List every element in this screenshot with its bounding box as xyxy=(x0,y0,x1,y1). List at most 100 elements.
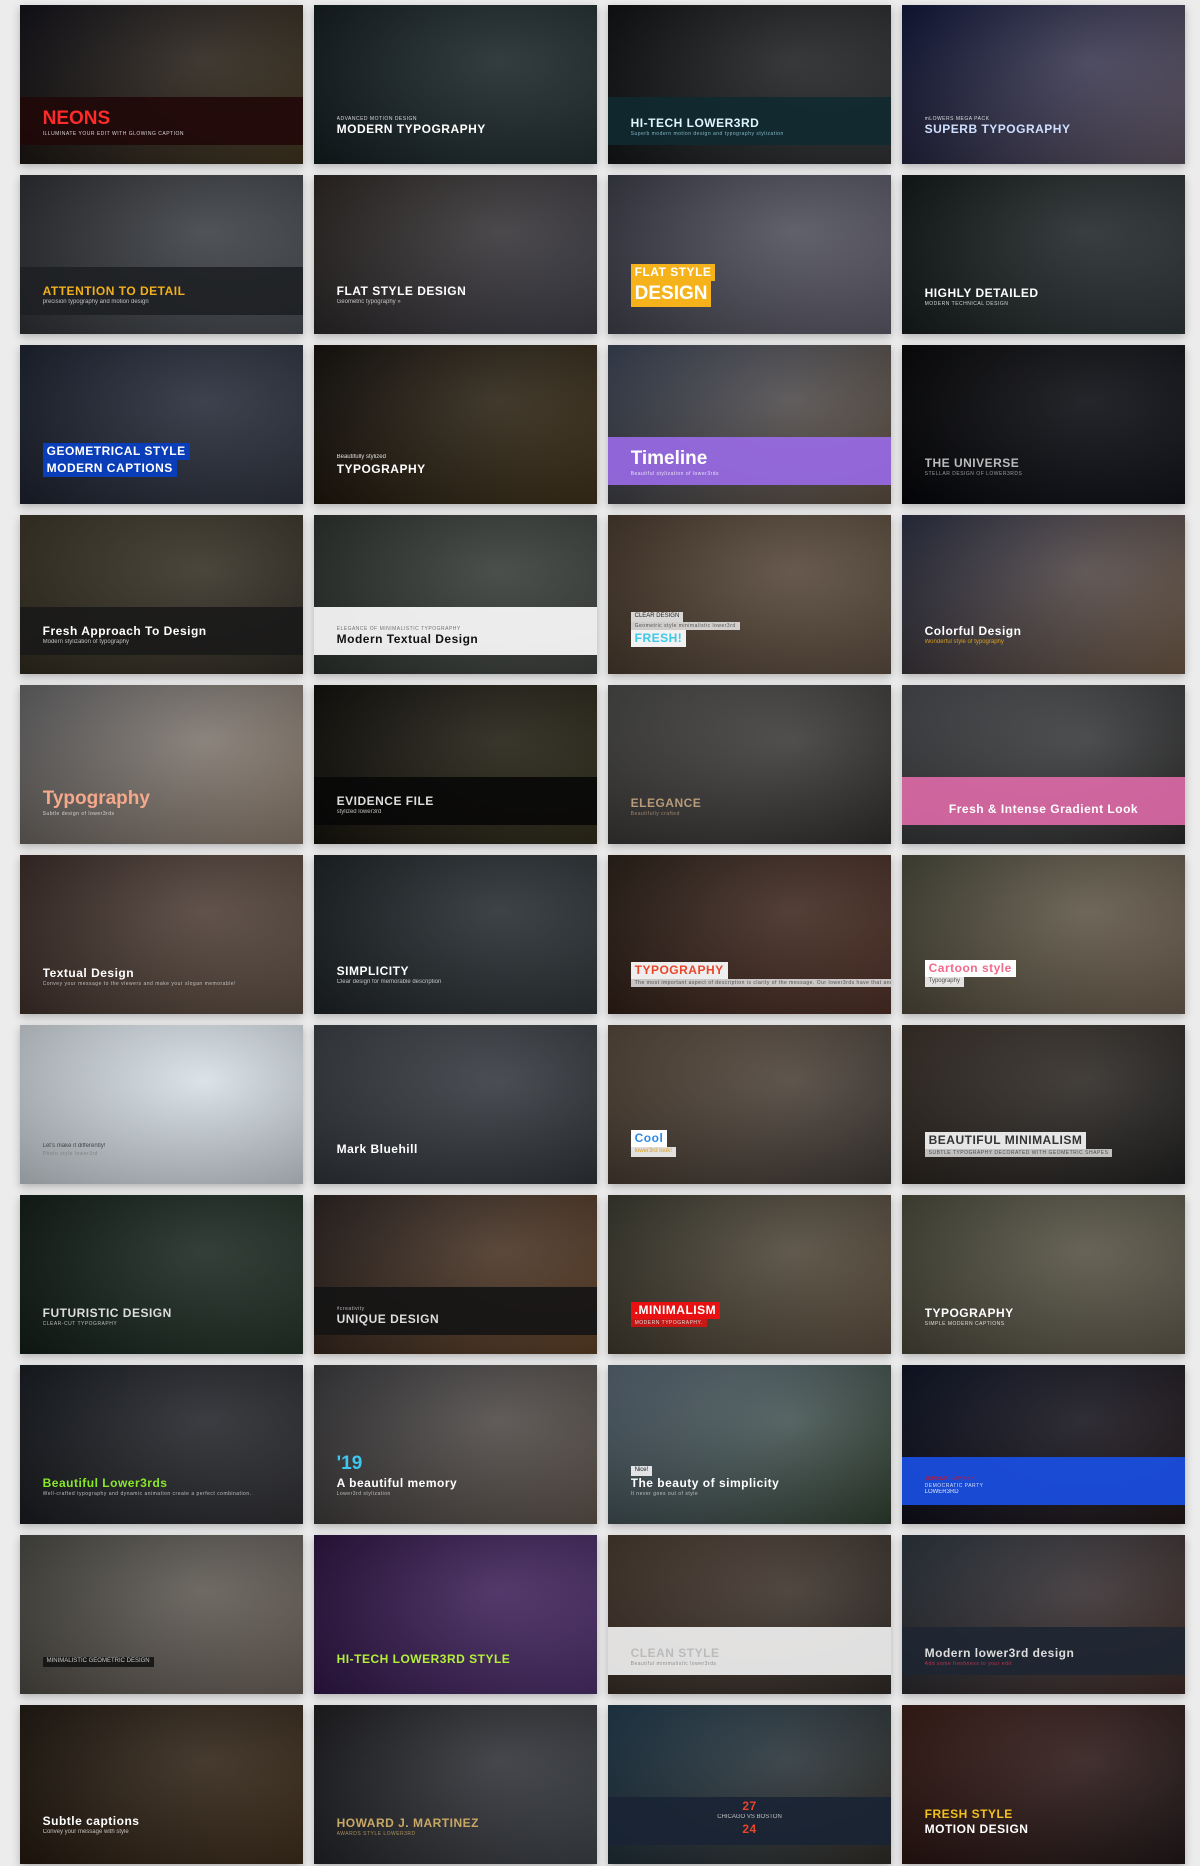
template-thumbnail[interactable]: Typography Subtle design of lower3rds xyxy=(20,685,303,844)
caption-subtitle: Typography xyxy=(924,977,964,987)
thumbnail-image xyxy=(314,5,597,164)
thumbnail-image xyxy=(902,1705,1185,1864)
caption-subtitle: lower3rd look! xyxy=(630,1147,676,1157)
template-thumbnail[interactable]: SIMPLICITY Clear design for memorable des… xyxy=(314,855,597,1014)
lower-third-caption: SIMPLICITY Clear design for memorable des… xyxy=(337,964,575,987)
caption-title: #creativity xyxy=(336,1305,365,1312)
caption-subtitle: MODERN TYPOGRAPHY xyxy=(336,121,486,136)
caption-subtitle: MOTION DESIGN xyxy=(924,1821,1029,1836)
caption-subtitle: MODERN TYPOGRAPHY. xyxy=(630,1318,707,1327)
template-thumbnail[interactable]: GEOMETRICAL STYLE MODERN CAPTIONS xyxy=(20,345,303,504)
template-thumbnail[interactable]: Fresh & Intense Gradient Look xyxy=(902,685,1185,844)
template-thumbnail[interactable]: CLEAR DESIGN Geometric style minimalistic… xyxy=(608,515,891,674)
template-thumbnail[interactable]: Let's make it differently! Photo style lo… xyxy=(20,1025,303,1184)
template-thumbnail[interactable]: NEONS ILLUMINATE YOUR EDIT WITH GLOWING C… xyxy=(20,5,303,164)
lower-third-caption: TYPOGRAPHY The most important aspect of d… xyxy=(630,961,891,987)
template-thumbnail[interactable]: Beautiful Lower3rds Well-crafted typograp… xyxy=(20,1365,303,1524)
template-thumbnail[interactable]: Cool lower3rd look! xyxy=(608,1025,891,1184)
caption-title: mLOWERS MEGA PACK xyxy=(924,115,990,122)
lower-third-caption: FRESH STYLE MOTION DESIGN xyxy=(925,1807,1163,1837)
lower-third-caption: Cool lower3rd look! xyxy=(630,1130,869,1157)
template-thumbnail[interactable]: ELEGANCE Beautifully crafted xyxy=(608,685,891,844)
lower-third-caption: Beautifully stylized TYPOGRAPHY xyxy=(337,454,575,477)
caption-subtitle: DESIGN xyxy=(630,281,712,307)
template-thumbnail[interactable]: HOWARD J. MARTINEZ AWARDS STYLE LOWER3RD xyxy=(314,1705,597,1864)
template-thumbnail[interactable]: Fresh Approach To Design Modern stylizati… xyxy=(20,515,303,674)
thumbnail-image xyxy=(608,175,891,334)
caption-title: Fresh & Intense Gradient Look xyxy=(948,801,1139,816)
template-thumbnail[interactable]: #creativity UNIQUE DESIGN xyxy=(314,1195,597,1354)
caption-title: ATTENTION TO DETAIL xyxy=(42,284,186,299)
caption-title: SIMPLICITY xyxy=(336,964,409,979)
lower-third-caption: #creativity UNIQUE DESIGN xyxy=(337,1306,575,1327)
template-thumbnail[interactable]: ELEGANCE OF MINIMALISTIC TYPOGRAPHY Moder… xyxy=(314,515,597,674)
caption-title: TYPOGRAPHY xyxy=(630,961,728,979)
lower-third-caption: Textual Design Convey your message to the… xyxy=(43,966,281,987)
lower-third-caption: ATTENTION TO DETAIL precision typography … xyxy=(43,284,281,307)
template-thumbnail[interactable]: mLOWERS MEGA PACK SUPERB TYPOGRAPHY xyxy=(902,5,1185,164)
thumbnail-image xyxy=(314,855,597,1014)
template-thumbnail[interactable]: FRESH STYLE MOTION DESIGN xyxy=(902,1705,1185,1864)
caption-title: MINIMALISTIC GEOMETRIC DESIGN xyxy=(42,1657,154,1667)
lower-third-caption: ADVANCED MOTION DESIGN MODERN TYPOGRAPHY xyxy=(337,116,575,137)
caption-subtitle: Convey your message with style xyxy=(42,1829,129,1836)
thumbnail-image xyxy=(902,5,1185,164)
template-thumbnail[interactable]: Textual Design Convey your message to the… xyxy=(20,855,303,1014)
template-thumbnail[interactable]: Cartoon style Typography xyxy=(902,855,1185,1014)
template-thumbnail[interactable]: Colorful Design Wonderful style of typogr… xyxy=(902,515,1185,674)
template-thumbnail[interactable]: FUTURISTIC DESIGN CLEAR-CUT TYPOGRAPHY xyxy=(20,1195,303,1354)
lower-third-caption: THE UNIVERSE STELLAR DESIGN OF LOWER3RDS xyxy=(925,456,1163,477)
template-thumbnail[interactable]: Mark Bluehill xyxy=(314,1025,597,1184)
template-thumbnail[interactable]: HIGHLY DETAILED MODERN TECHNICAL DESIGN xyxy=(902,175,1185,334)
caption-title: HOWARD J. MARTINEZ xyxy=(336,1815,479,1830)
template-thumbnail[interactable]: HI-TECH LOWER3RD Superb modern motion des… xyxy=(608,5,891,164)
template-thumbnail[interactable]: MINIMALISTIC GEOMETRIC DESIGN xyxy=(20,1535,303,1694)
template-thumbnail[interactable]: Beautifully stylized TYPOGRAPHY xyxy=(314,345,597,504)
lower-third-caption: Timeline Beautiful stylization of lower3r… xyxy=(631,447,869,477)
lower-third-caption: Beautiful Lower3rds Well-crafted typograp… xyxy=(43,1476,281,1497)
template-thumbnail[interactable]: FLAT STYLE DESIGN xyxy=(608,175,891,334)
caption-subtitle: SIMPLE MODERN CAPTIONS xyxy=(924,1320,1005,1327)
template-thumbnail[interactable]: ADVANCED MOTION DESIGN MODERN TYPOGRAPHY xyxy=(314,5,597,164)
template-thumbnail[interactable]: .MINIMALISM MODERN TYPOGRAPHY. xyxy=(608,1195,891,1354)
thumbnail-image xyxy=(20,1535,303,1694)
caption-title: '19 xyxy=(336,1452,363,1474)
template-thumbnail[interactable]: JEREMY PARKER DEMOCRATIC PARTY LOWER3RD xyxy=(902,1365,1185,1524)
lower-third-caption: Modern lower3rd design Add some freshness… xyxy=(925,1646,1163,1667)
caption-subtitle: ILLUMINATE YOUR EDIT WITH GLOWING CAPTIO… xyxy=(42,130,184,137)
lower-third-caption: CLEAN STYLE Beautiful minimalistic lower3… xyxy=(631,1646,869,1667)
template-thumbnail[interactable]: Nice! The beauty of simplicity It never go… xyxy=(608,1365,891,1524)
caption-subtitle: Well-crafted typography and dynamic anim… xyxy=(42,1490,252,1497)
template-thumbnail[interactable]: ATTENTION TO DETAIL precision typography … xyxy=(20,175,303,334)
caption-subtitle: SUPERB TYPOGRAPHY xyxy=(924,121,1071,136)
template-thumbnail[interactable]: Modern lower3rd design Add some freshness… xyxy=(902,1535,1185,1694)
caption-subtitle: Beautiful minimalistic lower3rds xyxy=(630,1660,717,1667)
thumbnail-image xyxy=(608,1365,891,1524)
template-thumbnail[interactable]: THE UNIVERSE STELLAR DESIGN OF LOWER3RDS xyxy=(902,345,1185,504)
template-thumbnail[interactable]: BEAUTIFUL MINIMALISM SUBTLE TYPOGRAPHY DE… xyxy=(902,1025,1185,1184)
thumbnail-image xyxy=(902,1195,1185,1354)
caption-title: Textual Design xyxy=(42,965,135,980)
caption-subtitle: Geometric style minimalistic lower3rd xyxy=(630,621,740,630)
template-thumbnail[interactable]: Timeline Beautiful stylization of lower3r… xyxy=(608,345,891,504)
lower-third-caption: HI-TECH LOWER3RD Superb modern motion des… xyxy=(631,116,869,137)
lower-third-caption: Fresh & Intense Gradient Look xyxy=(913,802,1173,817)
thumbnail-image xyxy=(20,1365,303,1524)
caption-title: Cool xyxy=(630,1130,668,1148)
template-thumbnail[interactable]: '19 A beautiful memory Lower3rd stylizatio… xyxy=(314,1365,597,1524)
caption-title: THE UNIVERSE xyxy=(924,455,1020,470)
caption-title: Subtle captions xyxy=(42,1814,140,1829)
caption-title: .MINIMALISM xyxy=(630,1301,721,1319)
template-thumbnail[interactable]: CLEAN STYLE Beautiful minimalistic lower3… xyxy=(608,1535,891,1694)
template-thumbnail[interactable]: 27 CHICAGO VS BOSTON 24 xyxy=(608,1705,891,1864)
template-thumbnail[interactable]: HI-TECH LOWER3RD STYLE xyxy=(314,1535,597,1694)
template-thumbnail[interactable]: TYPOGRAPHY SIMPLE MODERN CAPTIONS xyxy=(902,1195,1185,1354)
caption-subtitle: Superb modern motion design and typograp… xyxy=(630,130,784,137)
template-thumbnail[interactable]: EVIDENCE FILE stylized lower3rd xyxy=(314,685,597,844)
template-thumbnail[interactable]: TYPOGRAPHY The most important aspect of d… xyxy=(608,855,891,1014)
lower-third-caption: HI-TECH LOWER3RD STYLE xyxy=(337,1652,575,1667)
caption-title: ADVANCED MOTION DESIGN xyxy=(336,115,417,122)
template-thumbnail[interactable]: FLAT STYLE DESIGN Geometric typography » xyxy=(314,175,597,334)
template-thumbnail[interactable]: Subtle captions Convey your message with … xyxy=(20,1705,303,1864)
caption-subtitle: Convey your message to the viewers and m… xyxy=(42,980,236,987)
